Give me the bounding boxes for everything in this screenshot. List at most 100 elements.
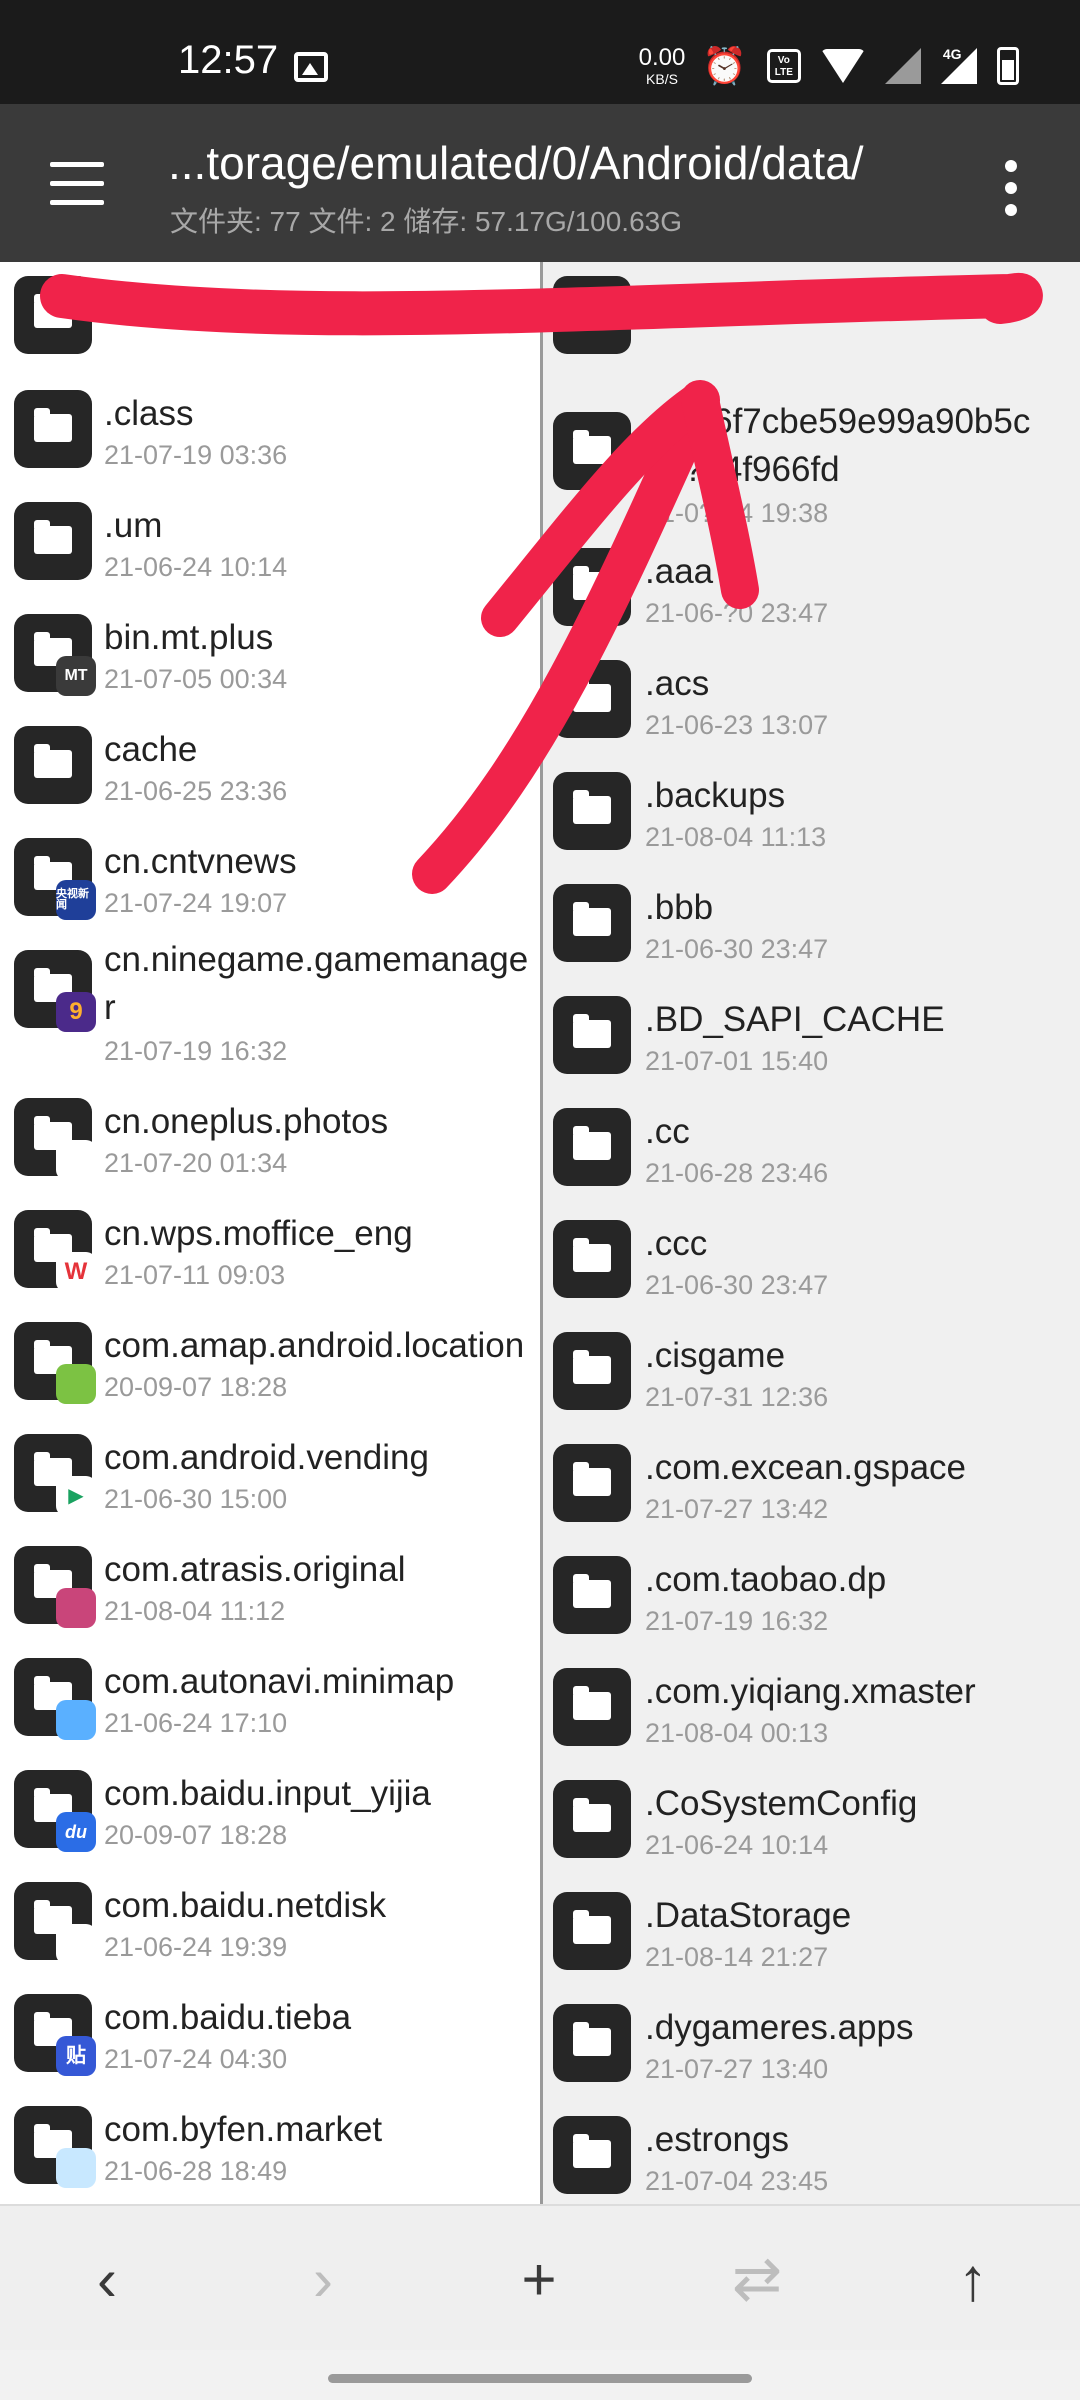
file-list-item[interactable]: ▶ com.android.vending 21-06-30 15:00: [0, 1418, 540, 1530]
current-path[interactable]: ...torage/emulated/0/Android/data/: [168, 136, 864, 190]
wifi-icon: [820, 49, 865, 83]
folder-icon: [14, 1546, 96, 1628]
file-list-item[interactable]: .bbb 21-06-30 23:47: [543, 868, 1080, 980]
file-list-item[interactable]: MT bin.mt.plus 21-07-05 00:34: [0, 598, 540, 710]
file-list-item[interactable]: .BD_SAPI_CACHE 21-07-01 15:40: [543, 980, 1080, 1092]
file-list-item[interactable]: .dygameres.apps 21-07-27 13:40: [543, 1988, 1080, 2100]
navigation-pill[interactable]: [328, 2374, 752, 2383]
file-list-item[interactable]: 9 cn.ninegame.gamemanager 21-07-19 16:32: [0, 934, 540, 1066]
file-list-item[interactable]: .backups 21-08-04 11:13: [543, 756, 1080, 868]
file-date: 21-06-25 23:36: [104, 776, 288, 806]
file-list-item[interactable]: com.byfen.market 21-06-28 18:49: [0, 2090, 540, 2202]
network-type-label: 4G: [942, 46, 962, 62]
file-list-item[interactable]: [0, 266, 540, 378]
file-list-item[interactable]: .com.yiqiang.xmaster 21-08-04 00:13: [543, 1652, 1080, 1764]
left-file-pane[interactable]: .class 21-07-19 03:36 .um 21-06-24 10:14 MT b…: [0, 262, 540, 2204]
folder-icon: 9: [14, 950, 96, 1032]
file-list-item[interactable]: .ccc 21-06-30 23:47: [543, 1204, 1080, 1316]
folder-summary: 文件夹: 77 文件: 2 储存: 57.17G/100.63G: [170, 206, 682, 237]
file-list-item[interactable]: cache 21-06-25 23:36: [0, 710, 540, 822]
gallery-icon: [294, 52, 328, 82]
file-list-item[interactable]: com.atrasis.original 21-08-04 11:12: [0, 1530, 540, 1642]
file-name: com.autonavi.minimap: [104, 1662, 455, 1701]
app-badge-icon: 央视新闻: [56, 880, 96, 920]
file-list-item[interactable]: du com.baidu.input_yijia 20-09-07 18:28: [0, 1754, 540, 1866]
file-list-item[interactable]: [543, 266, 1080, 378]
folder-icon: ▶: [14, 1434, 96, 1516]
file-list-item[interactable]: 央视新闻 cn.cntvnews 21-07-24 19:07: [0, 822, 540, 934]
more-options-button[interactable]: [1000, 160, 1024, 216]
folder-icon: 央视新闻: [14, 838, 96, 920]
battery-icon: [996, 47, 1019, 85]
app-badge-icon: [56, 1588, 96, 1628]
app-badge-icon: [56, 2148, 96, 2188]
file-list-item[interactable]: .estrongs 21-07-04 23:45: [543, 2100, 1080, 2204]
folder-icon: [14, 2106, 96, 2188]
file-list-item[interactable]: Wcn.wps.moffice_eng 21-07-11 09:03: [0, 1194, 540, 1306]
file-name: .CoSystemConfig: [645, 1784, 918, 1823]
folder-icon: [553, 1668, 631, 1746]
file-date: 21-08-04 11:13: [645, 822, 827, 852]
file-list-item[interactable]: .cisgame 21-07-31 12:36: [543, 1316, 1080, 1428]
network-speed-value: 0.00: [638, 44, 686, 71]
forward-button[interactable]: ›: [278, 2234, 368, 2324]
app-badge-icon: [56, 1924, 96, 1964]
file-date: 21-06-30 15:00: [104, 1484, 288, 1514]
folder-icon: [553, 276, 631, 354]
folder-icon: [553, 1220, 631, 1298]
swap-panes-button[interactable]: ⇄: [712, 2234, 802, 2324]
file-date: 21-06-24 10:14: [645, 1830, 829, 1860]
file-list-item[interactable]: .aaa 21-06-?0 23:47: [543, 532, 1080, 644]
file-list-item[interactable]: .acs 21-06-23 13:07: [543, 644, 1080, 756]
folder-icon: W: [14, 1210, 96, 1292]
file-list-item[interactable]: 贴 com.baidu.tieba 21-07-24 04:30: [0, 1978, 540, 2090]
file-list-item[interactable]: .DataStorage 21-08-14 21:27: [543, 1876, 1080, 1988]
file-date: 21-06-?0 23:47: [645, 598, 829, 628]
file-list-item[interactable]: .62?6f7cbe59e99a90b5ce??94f966fd 21-0?-24…: [543, 396, 1080, 528]
file-list-item[interactable]: .com.excean.gspace 21-07-27 13:42: [543, 1428, 1080, 1540]
folder-icon: [553, 1892, 631, 1970]
file-date: 20-09-07 18:28: [104, 1820, 288, 1850]
app-badge-icon: [56, 1700, 96, 1740]
file-list-item[interactable]: com.autonavi.minimap 21-06-24 17:10: [0, 1642, 540, 1754]
menu-button[interactable]: [50, 162, 106, 206]
file-date: 21-06-24 10:14: [104, 552, 288, 582]
file-name: com.atrasis.original: [104, 1550, 406, 1589]
file-date: 21-08-04 00:13: [645, 1718, 829, 1748]
file-date: 21-08-14 21:27: [645, 1942, 829, 1972]
file-date: 21-06-23 13:07: [645, 710, 829, 740]
file-name: .com.taobao.dp: [645, 1560, 887, 1599]
folder-icon: [553, 1332, 631, 1410]
file-list-item[interactable]: com.amap.android.location 20-09-07 18:28: [0, 1306, 540, 1418]
folder-icon: [553, 548, 631, 626]
folder-icon: 贴: [14, 1994, 96, 2076]
file-name: .ccc: [645, 1224, 708, 1263]
file-date: 21-07-27 13:40: [645, 2054, 829, 2084]
app-badge-icon: [56, 1364, 96, 1404]
file-name: cn.oneplus.photos: [104, 1102, 389, 1141]
file-list-item[interactable]: .class 21-07-19 03:36: [0, 374, 540, 486]
file-name: .class: [104, 394, 194, 433]
file-list-item[interactable]: .CoSystemConfig 21-06-24 10:14: [543, 1764, 1080, 1876]
folder-icon: [553, 660, 631, 738]
folder-icon: [14, 1098, 96, 1180]
file-list-item[interactable]: .com.taobao.dp 21-07-19 16:32: [543, 1540, 1080, 1652]
folder-icon: [553, 1444, 631, 1522]
file-date: 21-07-19 16:32: [645, 1606, 829, 1636]
file-date: 21-07-19 16:32: [104, 1036, 288, 1066]
right-file-pane[interactable]: .62?6f7cbe59e99a90b5ce??94f966fd 21-0?-24…: [543, 262, 1080, 2204]
file-name: com.baidu.netdisk: [104, 1886, 387, 1925]
file-name: .um: [104, 506, 163, 545]
folder-icon: [553, 1780, 631, 1858]
add-button[interactable]: +: [494, 2234, 584, 2324]
file-date: 21-08-04 11:12: [104, 1596, 286, 1626]
file-list-item[interactable]: .um 21-06-24 10:14: [0, 486, 540, 598]
file-list-item[interactable]: com.baidu.netdisk 21-06-24 19:39: [0, 1866, 540, 1978]
folder-icon: [553, 996, 631, 1074]
file-list-item[interactable]: cn.oneplus.photos 21-07-20 01:34: [0, 1082, 540, 1194]
go-up-button[interactable]: ↑: [928, 2234, 1018, 2324]
file-list-item[interactable]: .cc 21-06-28 23:46: [543, 1092, 1080, 1204]
file-name: .bbb: [645, 888, 714, 927]
file-date: 21-07-19 03:36: [104, 440, 288, 470]
back-button[interactable]: ‹: [62, 2234, 152, 2324]
